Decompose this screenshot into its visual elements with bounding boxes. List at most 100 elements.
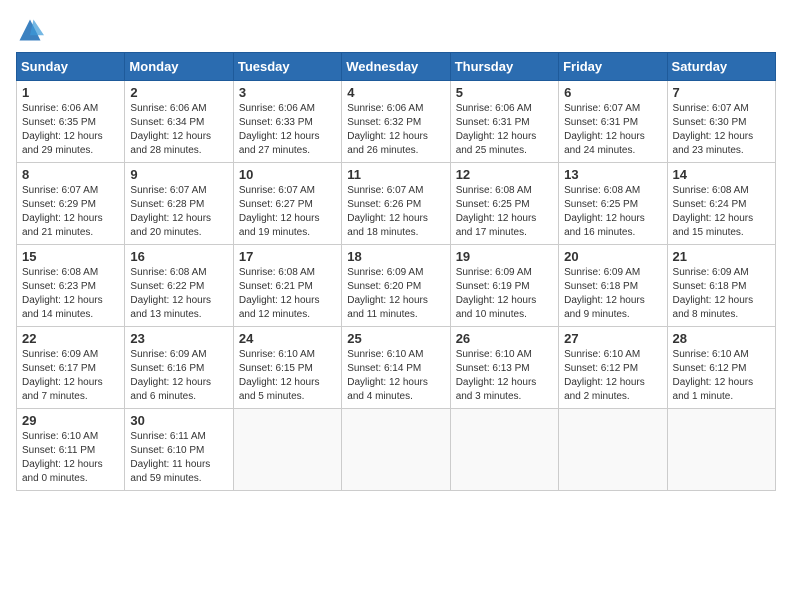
day-info: Sunrise: 6:09 AM Sunset: 6:16 PM Dayligh…	[130, 348, 227, 404]
calendar-week-row: 29 Sunrise: 6:10 AM Sunset: 6:11 PM Dayl…	[17, 409, 776, 491]
calendar-cell	[450, 409, 558, 491]
day-number: 28	[673, 331, 770, 346]
day-number: 26	[456, 331, 553, 346]
calendar-cell: 2 Sunrise: 6:06 AM Sunset: 6:34 PM Dayli…	[125, 81, 233, 163]
calendar-cell: 6 Sunrise: 6:07 AM Sunset: 6:31 PM Dayli…	[559, 81, 667, 163]
calendar-cell: 21 Sunrise: 6:09 AM Sunset: 6:18 PM Dayl…	[667, 245, 775, 327]
calendar-cell: 18 Sunrise: 6:09 AM Sunset: 6:20 PM Dayl…	[342, 245, 450, 327]
day-number: 6	[564, 85, 661, 100]
calendar-cell	[342, 409, 450, 491]
weekday-header-thursday: Thursday	[450, 53, 558, 81]
calendar-cell: 7 Sunrise: 6:07 AM Sunset: 6:30 PM Dayli…	[667, 81, 775, 163]
day-number: 10	[239, 167, 336, 182]
day-info: Sunrise: 6:08 AM Sunset: 6:23 PM Dayligh…	[22, 266, 119, 322]
calendar-cell: 29 Sunrise: 6:10 AM Sunset: 6:11 PM Dayl…	[17, 409, 125, 491]
day-number: 21	[673, 249, 770, 264]
day-info: Sunrise: 6:10 AM Sunset: 6:14 PM Dayligh…	[347, 348, 444, 404]
calendar-cell: 27 Sunrise: 6:10 AM Sunset: 6:12 PM Dayl…	[559, 327, 667, 409]
calendar-cell: 5 Sunrise: 6:06 AM Sunset: 6:31 PM Dayli…	[450, 81, 558, 163]
calendar-cell: 12 Sunrise: 6:08 AM Sunset: 6:25 PM Dayl…	[450, 163, 558, 245]
day-info: Sunrise: 6:08 AM Sunset: 6:24 PM Dayligh…	[673, 184, 770, 240]
calendar-week-row: 22 Sunrise: 6:09 AM Sunset: 6:17 PM Dayl…	[17, 327, 776, 409]
calendar-cell: 26 Sunrise: 6:10 AM Sunset: 6:13 PM Dayl…	[450, 327, 558, 409]
day-number: 30	[130, 413, 227, 428]
day-number: 23	[130, 331, 227, 346]
calendar-cell	[667, 409, 775, 491]
day-number: 12	[456, 167, 553, 182]
calendar-cell: 9 Sunrise: 6:07 AM Sunset: 6:28 PM Dayli…	[125, 163, 233, 245]
day-number: 24	[239, 331, 336, 346]
day-info: Sunrise: 6:07 AM Sunset: 6:28 PM Dayligh…	[130, 184, 227, 240]
day-number: 25	[347, 331, 444, 346]
day-info: Sunrise: 6:11 AM Sunset: 6:10 PM Dayligh…	[130, 430, 227, 486]
calendar-cell: 22 Sunrise: 6:09 AM Sunset: 6:17 PM Dayl…	[17, 327, 125, 409]
day-number: 14	[673, 167, 770, 182]
day-info: Sunrise: 6:10 AM Sunset: 6:12 PM Dayligh…	[673, 348, 770, 404]
day-number: 13	[564, 167, 661, 182]
day-number: 29	[22, 413, 119, 428]
day-number: 3	[239, 85, 336, 100]
calendar-cell: 16 Sunrise: 6:08 AM Sunset: 6:22 PM Dayl…	[125, 245, 233, 327]
day-info: Sunrise: 6:08 AM Sunset: 6:25 PM Dayligh…	[456, 184, 553, 240]
calendar-cell: 25 Sunrise: 6:10 AM Sunset: 6:14 PM Dayl…	[342, 327, 450, 409]
calendar-cell	[559, 409, 667, 491]
calendar-cell: 17 Sunrise: 6:08 AM Sunset: 6:21 PM Dayl…	[233, 245, 341, 327]
calendar-cell: 20 Sunrise: 6:09 AM Sunset: 6:18 PM Dayl…	[559, 245, 667, 327]
day-number: 11	[347, 167, 444, 182]
day-number: 8	[22, 167, 119, 182]
weekday-header-sunday: Sunday	[17, 53, 125, 81]
weekday-header-tuesday: Tuesday	[233, 53, 341, 81]
day-info: Sunrise: 6:08 AM Sunset: 6:21 PM Dayligh…	[239, 266, 336, 322]
day-info: Sunrise: 6:07 AM Sunset: 6:26 PM Dayligh…	[347, 184, 444, 240]
day-info: Sunrise: 6:06 AM Sunset: 6:32 PM Dayligh…	[347, 102, 444, 158]
calendar-cell	[233, 409, 341, 491]
day-info: Sunrise: 6:09 AM Sunset: 6:18 PM Dayligh…	[673, 266, 770, 322]
day-info: Sunrise: 6:09 AM Sunset: 6:18 PM Dayligh…	[564, 266, 661, 322]
day-number: 20	[564, 249, 661, 264]
day-info: Sunrise: 6:06 AM Sunset: 6:33 PM Dayligh…	[239, 102, 336, 158]
calendar-week-row: 1 Sunrise: 6:06 AM Sunset: 6:35 PM Dayli…	[17, 81, 776, 163]
day-info: Sunrise: 6:06 AM Sunset: 6:34 PM Dayligh…	[130, 102, 227, 158]
day-info: Sunrise: 6:09 AM Sunset: 6:17 PM Dayligh…	[22, 348, 119, 404]
calendar-cell: 3 Sunrise: 6:06 AM Sunset: 6:33 PM Dayli…	[233, 81, 341, 163]
weekday-header-monday: Monday	[125, 53, 233, 81]
calendar-cell: 14 Sunrise: 6:08 AM Sunset: 6:24 PM Dayl…	[667, 163, 775, 245]
day-number: 22	[22, 331, 119, 346]
day-info: Sunrise: 6:07 AM Sunset: 6:27 PM Dayligh…	[239, 184, 336, 240]
day-info: Sunrise: 6:10 AM Sunset: 6:12 PM Dayligh…	[564, 348, 661, 404]
day-info: Sunrise: 6:07 AM Sunset: 6:29 PM Dayligh…	[22, 184, 119, 240]
day-number: 9	[130, 167, 227, 182]
day-info: Sunrise: 6:08 AM Sunset: 6:25 PM Dayligh…	[564, 184, 661, 240]
calendar-table: SundayMondayTuesdayWednesdayThursdayFrid…	[16, 52, 776, 491]
day-number: 5	[456, 85, 553, 100]
day-info: Sunrise: 6:09 AM Sunset: 6:19 PM Dayligh…	[456, 266, 553, 322]
day-info: Sunrise: 6:09 AM Sunset: 6:20 PM Dayligh…	[347, 266, 444, 322]
day-info: Sunrise: 6:08 AM Sunset: 6:22 PM Dayligh…	[130, 266, 227, 322]
calendar-cell: 10 Sunrise: 6:07 AM Sunset: 6:27 PM Dayl…	[233, 163, 341, 245]
day-info: Sunrise: 6:07 AM Sunset: 6:31 PM Dayligh…	[564, 102, 661, 158]
day-info: Sunrise: 6:10 AM Sunset: 6:15 PM Dayligh…	[239, 348, 336, 404]
day-info: Sunrise: 6:10 AM Sunset: 6:11 PM Dayligh…	[22, 430, 119, 486]
day-number: 17	[239, 249, 336, 264]
day-info: Sunrise: 6:10 AM Sunset: 6:13 PM Dayligh…	[456, 348, 553, 404]
day-info: Sunrise: 6:06 AM Sunset: 6:35 PM Dayligh…	[22, 102, 119, 158]
day-number: 1	[22, 85, 119, 100]
weekday-header-saturday: Saturday	[667, 53, 775, 81]
calendar-cell: 15 Sunrise: 6:08 AM Sunset: 6:23 PM Dayl…	[17, 245, 125, 327]
calendar-cell: 11 Sunrise: 6:07 AM Sunset: 6:26 PM Dayl…	[342, 163, 450, 245]
day-number: 2	[130, 85, 227, 100]
day-info: Sunrise: 6:06 AM Sunset: 6:31 PM Dayligh…	[456, 102, 553, 158]
day-number: 16	[130, 249, 227, 264]
calendar-week-row: 8 Sunrise: 6:07 AM Sunset: 6:29 PM Dayli…	[17, 163, 776, 245]
calendar-cell: 4 Sunrise: 6:06 AM Sunset: 6:32 PM Dayli…	[342, 81, 450, 163]
weekday-header-row: SundayMondayTuesdayWednesdayThursdayFrid…	[17, 53, 776, 81]
calendar-cell: 13 Sunrise: 6:08 AM Sunset: 6:25 PM Dayl…	[559, 163, 667, 245]
day-number: 19	[456, 249, 553, 264]
calendar-cell: 23 Sunrise: 6:09 AM Sunset: 6:16 PM Dayl…	[125, 327, 233, 409]
calendar-cell: 1 Sunrise: 6:06 AM Sunset: 6:35 PM Dayli…	[17, 81, 125, 163]
day-number: 15	[22, 249, 119, 264]
calendar-cell: 19 Sunrise: 6:09 AM Sunset: 6:19 PM Dayl…	[450, 245, 558, 327]
calendar-cell: 30 Sunrise: 6:11 AM Sunset: 6:10 PM Dayl…	[125, 409, 233, 491]
page-header	[16, 16, 776, 44]
day-number: 27	[564, 331, 661, 346]
